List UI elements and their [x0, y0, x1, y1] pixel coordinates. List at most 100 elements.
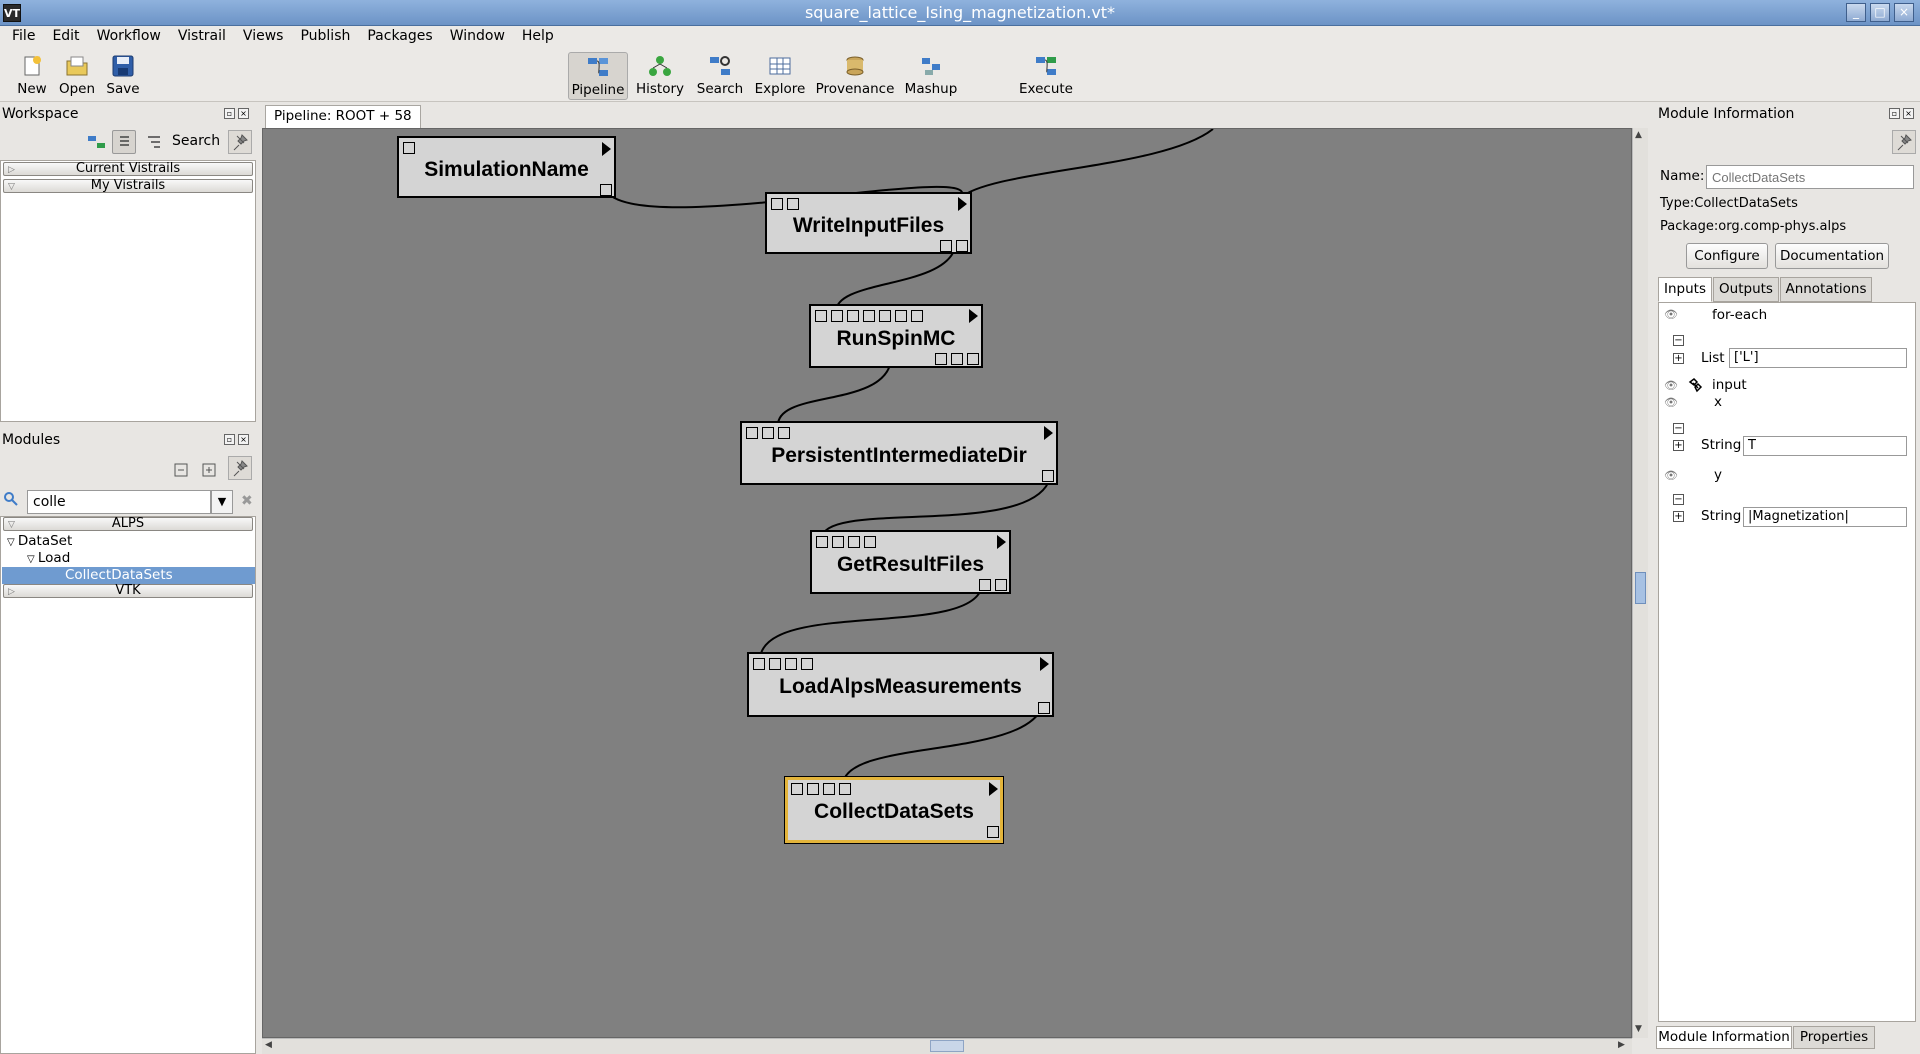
- modules-float-icon[interactable]: ▫: [224, 434, 235, 445]
- input-port[interactable]: [863, 310, 875, 322]
- scrollbar-thumb[interactable]: [1635, 572, 1646, 604]
- input-port[interactable]: [879, 310, 891, 322]
- input-port[interactable]: [769, 658, 781, 670]
- save-button[interactable]: Save: [102, 52, 144, 100]
- tree-item-collectdatasets[interactable]: CollectDataSets: [2, 567, 255, 584]
- canvas-vertical-scrollbar[interactable]: ▲ ▼: [1632, 128, 1648, 1038]
- module-runspinmc[interactable]: RunSpinMC: [809, 304, 983, 368]
- maximize-button[interactable]: □: [1870, 3, 1890, 22]
- input-port[interactable]: [791, 783, 803, 795]
- search-view-button[interactable]: Search: [694, 52, 746, 100]
- scroll-left-icon[interactable]: ◀: [265, 1040, 272, 1050]
- add-icon[interactable]: +: [1673, 440, 1684, 451]
- collapse-all-icon[interactable]: [174, 462, 190, 482]
- tree-item-load[interactable]: ▽ Load: [27, 550, 70, 567]
- menu-edit[interactable]: Edit: [50, 26, 88, 48]
- documentation-button[interactable]: Documentation: [1775, 243, 1889, 269]
- menu-publish[interactable]: Publish: [298, 26, 359, 48]
- input-port[interactable]: [815, 310, 827, 322]
- expand-all-icon[interactable]: [202, 462, 218, 482]
- menu-file[interactable]: File: [10, 26, 44, 48]
- tab-properties[interactable]: Properties: [1793, 1026, 1875, 1049]
- module-loadalpsmeasurements[interactable]: LoadAlpsMeasurements: [747, 652, 1054, 717]
- output-port[interactable]: [987, 826, 999, 838]
- module-info-pin-icon[interactable]: [1892, 130, 1916, 154]
- input-port[interactable]: [847, 310, 859, 322]
- menu-vistrail[interactable]: Vistrail: [176, 26, 235, 48]
- input-port[interactable]: [848, 536, 860, 548]
- tree-item-dataset[interactable]: ▽ DataSet: [7, 533, 72, 550]
- close-window-button[interactable]: ×: [1894, 3, 1914, 22]
- open-button[interactable]: Open: [56, 52, 98, 100]
- scroll-right-icon[interactable]: ▶: [1618, 1040, 1625, 1050]
- output-port[interactable]: [967, 353, 979, 365]
- eye-icon[interactable]: 👁: [1664, 469, 1678, 482]
- output-port[interactable]: [940, 240, 952, 252]
- module-info-float-icon[interactable]: ▫: [1889, 108, 1900, 119]
- input-port[interactable]: [801, 658, 813, 670]
- canvas-horizontal-scrollbar[interactable]: ◀ ▶: [262, 1038, 1632, 1054]
- y-value-field[interactable]: |Magnetization|: [1743, 507, 1907, 527]
- eye-icon[interactable]: 👁: [1664, 396, 1678, 409]
- workspace-float-icon[interactable]: ▫: [224, 108, 235, 119]
- scrollbar-thumb[interactable]: [930, 1040, 964, 1052]
- input-port[interactable]: [911, 310, 923, 322]
- input-port[interactable]: [771, 198, 783, 210]
- menu-workflow[interactable]: Workflow: [95, 26, 170, 48]
- execute-button[interactable]: Execute: [1016, 52, 1076, 100]
- list-view-icon[interactable]: [112, 130, 136, 154]
- mashup-view-button[interactable]: Mashup: [902, 52, 960, 100]
- x-value-field[interactable]: T: [1743, 436, 1907, 456]
- remove-icon[interactable]: −: [1673, 335, 1684, 346]
- menu-help[interactable]: Help: [520, 26, 563, 48]
- eye-icon[interactable]: 👁: [1664, 379, 1678, 392]
- output-port[interactable]: [995, 579, 1007, 591]
- input-port[interactable]: [746, 427, 758, 439]
- new-button[interactable]: New: [12, 52, 52, 100]
- input-port[interactable]: [832, 536, 844, 548]
- chevron-down-icon[interactable]: ▼: [211, 490, 233, 514]
- input-port[interactable]: [839, 783, 851, 795]
- module-simulationname[interactable]: SimulationName: [397, 136, 616, 198]
- vtk-section-header[interactable]: ▷ VTK: [3, 584, 253, 598]
- output-port[interactable]: [979, 579, 991, 591]
- output-port[interactable]: [951, 353, 963, 365]
- input-port[interactable]: [778, 427, 790, 439]
- menu-packages[interactable]: Packages: [365, 26, 441, 48]
- input-port[interactable]: [831, 310, 843, 322]
- clear-search-icon[interactable]: ✖: [241, 493, 253, 509]
- module-name-field[interactable]: [1706, 165, 1914, 189]
- module-info-close-icon[interactable]: ×: [1903, 108, 1914, 119]
- input-port[interactable]: [753, 658, 765, 670]
- menu-views[interactable]: Views: [241, 26, 293, 48]
- output-port[interactable]: [1042, 470, 1054, 482]
- tab-pipeline[interactable]: Pipeline: ROOT + 58: [265, 105, 421, 128]
- explore-view-button[interactable]: Explore: [752, 52, 808, 100]
- workspace-close-icon[interactable]: ×: [238, 108, 249, 119]
- scroll-down-icon[interactable]: ▼: [1635, 1024, 1642, 1034]
- history-view-button[interactable]: History: [634, 52, 686, 100]
- pin-icon[interactable]: [228, 130, 252, 154]
- remove-icon[interactable]: −: [1673, 423, 1684, 434]
- module-getresultfiles[interactable]: GetResultFiles: [810, 530, 1011, 594]
- remove-icon[interactable]: −: [1673, 494, 1684, 505]
- scroll-up-icon[interactable]: ▲: [1635, 130, 1642, 140]
- current-vistrails-header[interactable]: ▷ Current Vistrails: [3, 162, 253, 176]
- input-port[interactable]: [864, 536, 876, 548]
- module-persistentintermediatedir[interactable]: PersistentIntermediateDir: [740, 421, 1058, 485]
- list-value-field[interactable]: ['L']: [1729, 348, 1907, 368]
- tab-annotations[interactable]: Annotations: [1780, 277, 1872, 302]
- input-port[interactable]: [816, 536, 828, 548]
- input-port[interactable]: [823, 783, 835, 795]
- module-collectdatasets[interactable]: CollectDataSets: [784, 776, 1004, 844]
- my-vistrails-header[interactable]: ▽ My Vistrails: [3, 179, 253, 193]
- workspace-search-label[interactable]: Search: [172, 133, 220, 149]
- minimize-button[interactable]: _: [1846, 3, 1866, 22]
- add-vistrail-icon[interactable]: [88, 134, 106, 154]
- input-port[interactable]: [895, 310, 907, 322]
- provenance-view-button[interactable]: Provenance: [814, 52, 896, 100]
- output-port[interactable]: [956, 240, 968, 252]
- input-port[interactable]: [403, 142, 415, 154]
- add-icon[interactable]: +: [1673, 511, 1684, 522]
- alps-section-header[interactable]: ▽ ALPS: [3, 517, 253, 531]
